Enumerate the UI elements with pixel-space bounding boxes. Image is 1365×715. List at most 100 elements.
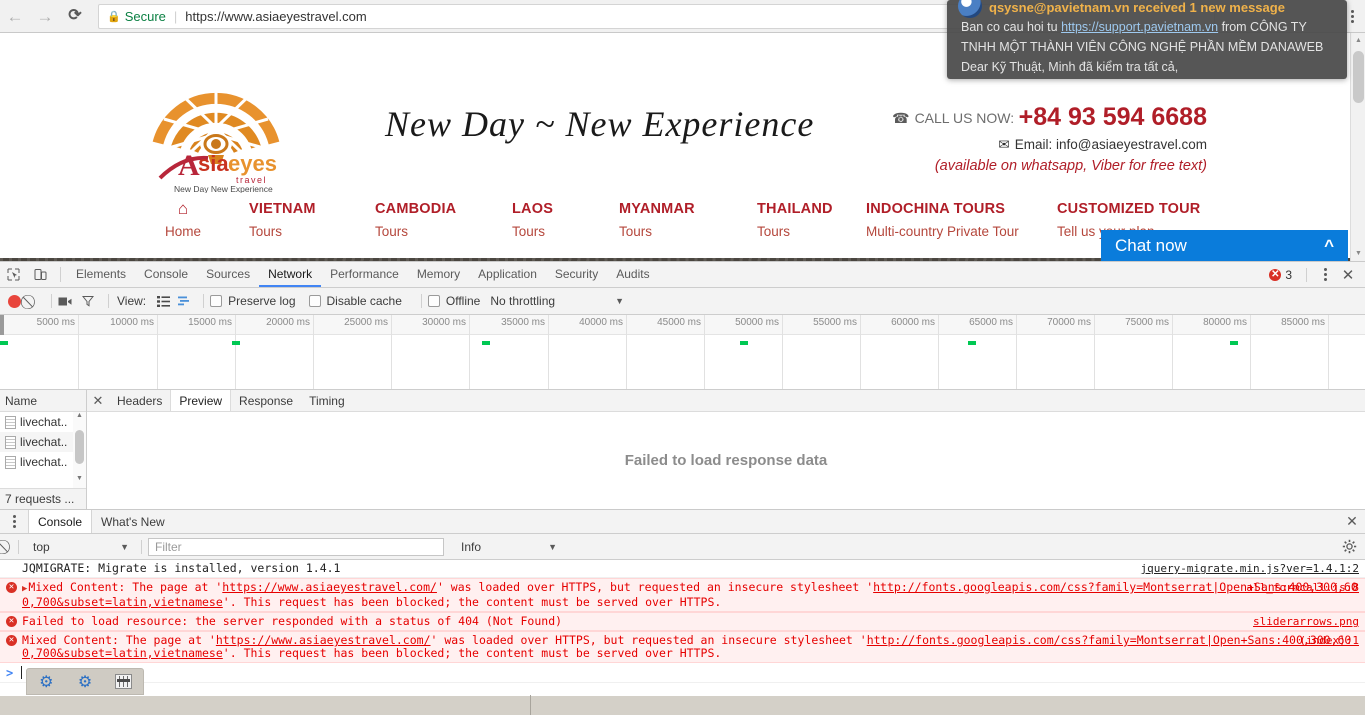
devtools-tab-sources[interactable]: Sources [197,262,259,287]
console-level-select[interactable]: Info ▼ [461,540,557,554]
chevron-up-icon[interactable]: ^ [1324,236,1334,256]
devtools-kebab-menu-icon[interactable] [1315,268,1335,281]
contact-info: ☎ CALL US NOW: +84 93 594 6688 ✉ Email: in… [727,103,1207,174]
drawer-kebab-menu-icon[interactable] [0,510,28,533]
console-filter-input[interactable]: Filter [148,537,444,556]
console-prompt[interactable]: > [0,663,1365,683]
gear-icon[interactable]: ⚙ [74,671,96,693]
timeline-request-marker [0,341,8,345]
devtools-tab-application[interactable]: Application [469,262,546,287]
console-context-select[interactable]: top ▼ [23,540,141,554]
nav-item-home[interactable]: ⌂ Home [165,199,214,239]
drawer-tabbar: Console What's New ✕ [0,510,1365,534]
chevron-down-icon[interactable]: ▼ [615,296,624,306]
nav-top-myanmar: MYANMAR [619,201,695,217]
reload-icon[interactable]: ⟳ [60,2,90,30]
preserve-log-checkbox[interactable]: Preserve log [210,294,296,308]
scroll-down-icon[interactable]: ▼ [73,475,86,488]
scroll-up-icon[interactable]: ▲ [73,412,86,425]
scrollbar-thumb[interactable] [75,430,84,464]
chevron-down-icon[interactable]: ▼ [120,542,129,552]
email-address[interactable]: info@asiaeyestravel.com [1056,137,1207,152]
console-message-text: ▶Mixed Content: The page at 'https://www… [22,580,1358,609]
nav-item-indochina-tours[interactable]: INDOCHINA TOURS Multi-country Private To… [866,201,1019,239]
page-url-link[interactable]: https://www.asiaeyestravel.com/ [222,580,437,594]
drawer-tab-console[interactable]: Console [28,510,93,533]
console-settings-gear-icon[interactable] [1341,539,1357,555]
devtools-tab-elements[interactable]: Elements [67,262,135,287]
nav-item-myanmar[interactable]: MYANMAR Tours [619,201,695,239]
request-list-scrollbar[interactable]: ▲ ▼ [73,412,86,488]
throttling-select[interactable]: No throttling [490,294,555,308]
chat-now-widget[interactable]: Chat now ^ [1101,230,1348,261]
network-overview-timeline[interactable]: 5000 ms 10000 ms 15000 ms 20000 ms 25000… [0,315,1365,390]
scroll-down-icon[interactable]: ▼ [1351,246,1365,261]
waterfall-view-icon[interactable] [174,292,195,311]
nav-item-laos[interactable]: LAOS Tours [512,201,553,239]
phone-icon: ☎ [892,110,910,126]
gear-icon[interactable]: ⚙ [35,671,57,693]
expand-triangle-icon[interactable]: ▶ [22,584,27,594]
drawer-tab-whats-new[interactable]: What's New [92,510,174,533]
timeline-tick: 10000 ms [110,315,158,389]
back-arrow-icon[interactable]: ← [0,2,30,30]
nav-item-thailand[interactable]: THAILAND Tours [757,201,833,239]
secure-label: Secure [124,8,166,24]
notification-support-link[interactable]: https://support.pavietnam.vn [1061,20,1218,34]
devtools-close-icon[interactable]: ✕ [1337,266,1359,284]
home-icon: ⌂ [177,199,189,218]
console-source-link[interactable]: sliderarrows.png [1253,615,1359,628]
devtools-tab-performance[interactable]: Performance [321,262,408,287]
notification-app-icon [958,0,982,18]
console-message-info[interactable]: JQMIGRATE: Migrate is installed, version… [0,560,1365,578]
detail-tab-headers[interactable]: Headers [109,390,170,411]
inspect-element-icon[interactable] [0,262,27,287]
console-context-value: top [33,539,50,554]
disable-cache-box[interactable] [308,295,321,307]
detail-tab-timing[interactable]: Timing [301,390,353,411]
offline-checkbox[interactable]: Offline [427,294,480,308]
page-url-link[interactable]: https://www.asiaeyestravel.com/ [216,633,431,647]
chevron-down-icon[interactable]: ▼ [548,542,557,552]
nav-item-vietnam[interactable]: VIETNAM Tours [249,201,316,239]
drawer-close-icon[interactable]: ✕ [1339,510,1365,533]
devtools-tab-network[interactable]: Network [259,262,322,287]
phone-number[interactable]: +84 93 594 6688 [1019,103,1207,131]
capture-screenshots-icon[interactable] [58,296,72,307]
console-message-error[interactable]: ✕ Mixed Content: The page at 'https://ww… [0,631,1365,663]
devtools-tab-audits[interactable]: Audits [607,262,658,287]
scrollbar-thumb[interactable] [1353,51,1364,103]
record-stop-icon[interactable] [8,294,21,308]
console-message-error[interactable]: ✕ ▶Mixed Content: The page at 'https://w… [0,578,1365,612]
forward-arrow-icon[interactable]: → [30,2,60,30]
detail-tab-preview[interactable]: Preview [170,390,232,411]
console-message-error[interactable]: ✕ Failed to load resource: the server re… [0,612,1365,631]
device-toolbar-icon[interactable] [27,262,54,287]
site-logo[interactable]: A sia eyes travel New Day New Experience [150,43,282,194]
devtools-tab-security[interactable]: Security [546,262,607,287]
equalizer-icon[interactable] [113,671,135,693]
detail-tab-response[interactable]: Response [231,390,301,411]
devtools-panel: Elements Console Sources Network Perform… [0,261,1365,715]
list-view-icon[interactable] [153,292,174,311]
desktop-notification[interactable]: qsysne@pavietnam.vn received 1 new messa… [947,0,1347,79]
filter-icon[interactable] [82,295,94,307]
devtools-tab-memory[interactable]: Memory [408,262,469,287]
request-column-header[interactable]: Name [0,390,86,412]
svg-text:eyes: eyes [228,151,277,176]
detail-close-icon[interactable]: ✕ [87,390,109,411]
scroll-up-icon[interactable]: ▲ [1351,33,1365,48]
console-source-link[interactable]: jquery-migrate.min.js?ver=1.4.1:2 [1140,562,1359,575]
nav-item-cambodia[interactable]: CAMBODIA Tours [375,201,456,239]
offline-box[interactable] [427,295,440,307]
timeline-tick: 30000 ms [422,315,470,389]
notification-body: Ban co cau hoi tu https://support.paviet… [961,17,1333,77]
disable-cache-checkbox[interactable]: Disable cache [308,294,402,308]
devtools-tabbar: Elements Console Sources Network Perform… [0,262,1365,288]
preserve-log-box[interactable] [210,295,223,307]
devtools-tab-console[interactable]: Console [135,262,197,287]
console-source-link[interactable]: (index):1 [1299,634,1359,647]
console-source-link[interactable]: all_formcall.js:8 [1246,581,1359,594]
page-scrollbar[interactable]: ▲ ▼ [1350,33,1365,261]
error-count-badge[interactable]: ✕ 3 [1269,268,1298,282]
